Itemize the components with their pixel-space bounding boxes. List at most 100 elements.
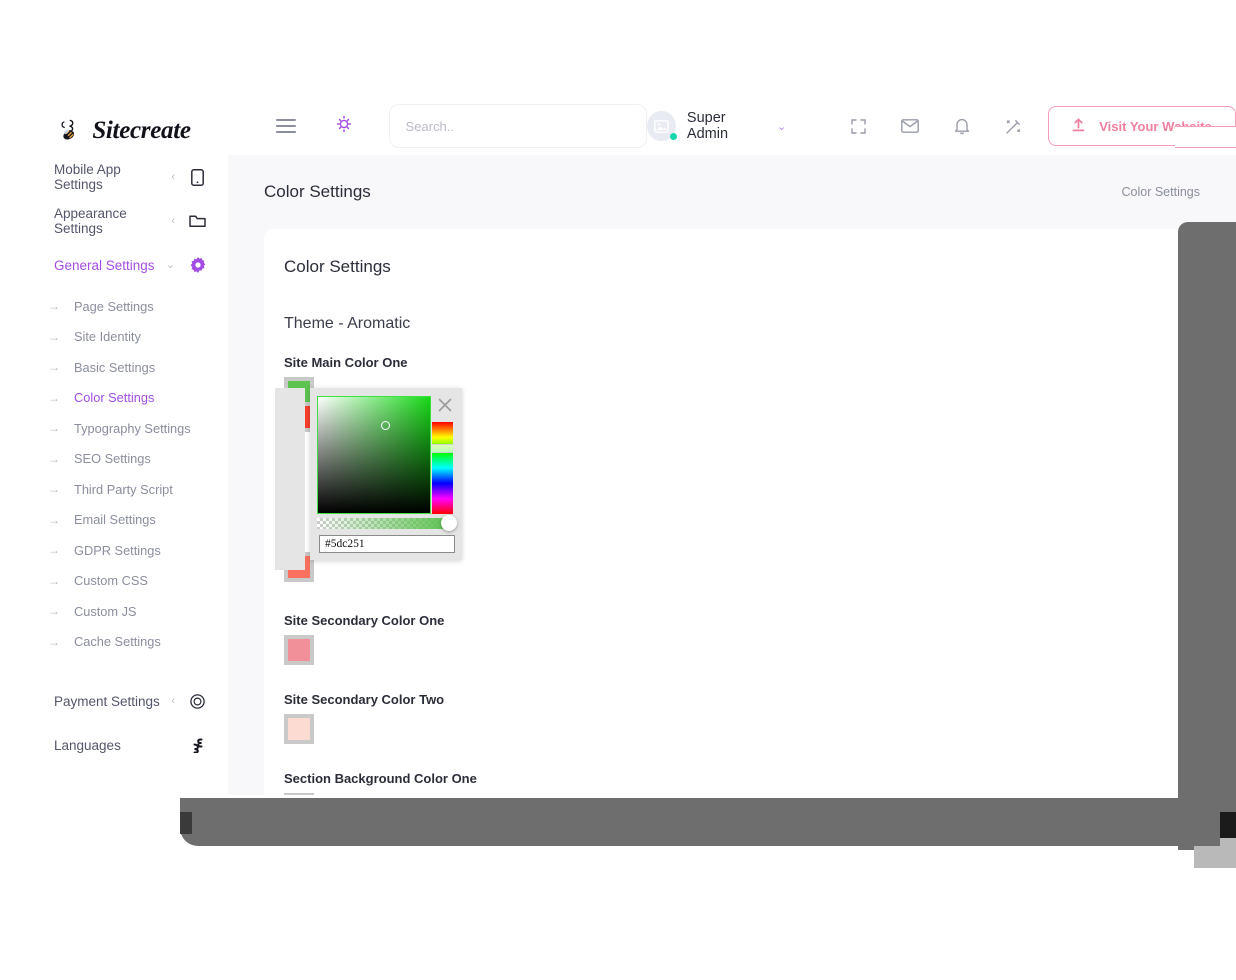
hex-color-input[interactable]	[319, 535, 455, 553]
sidebar-item-custom-css[interactable]: → Custom CSS	[22, 566, 228, 597]
status-dot	[669, 133, 677, 140]
sidebar-item-label: Page Settings	[74, 298, 154, 314]
arrow-right-icon: →	[48, 299, 60, 314]
sidebar-item-label: Typography Settings	[74, 420, 191, 436]
sidebar-item-color-settings[interactable]: → Color Settings	[22, 383, 228, 414]
arrow-right-icon: →	[48, 604, 60, 619]
right-overlay-panel	[1178, 222, 1236, 850]
field-label: Site Secondary Color Two	[284, 692, 445, 707]
sidebar-item-third-party-script[interactable]: → Third Party Script	[22, 474, 228, 505]
search-box[interactable]	[388, 104, 648, 148]
alpha-slider-thumb[interactable]	[441, 515, 457, 531]
sidebar-item-basic-settings[interactable]: → Basic Settings	[22, 352, 228, 383]
field-site-secondary-color-two: Site Secondary Color Two	[284, 692, 1180, 749]
sidebar-sub-list: → Page Settings → Site Identity → Basic Set…	[22, 287, 228, 657]
color-swatch-site-secondary-color-two[interactable]	[284, 714, 314, 744]
saturation-cursor[interactable]	[381, 421, 390, 430]
sidebar-group-mobile-app-settings[interactable]: Mobile App Settings ‹	[22, 155, 228, 199]
sidebar-item-label: Basic Settings	[74, 359, 156, 375]
topbar: Super Admin ⌄	[228, 97, 1236, 155]
arrow-right-icon: →	[48, 543, 60, 558]
bottom-overlay-bar	[180, 798, 1220, 846]
arrow-right-icon: →	[48, 421, 60, 436]
sidebar-group-languages[interactable]: Languages	[22, 723, 228, 767]
sidebar-group-label: Mobile App Settings	[54, 162, 121, 192]
alpha-slider-row	[317, 515, 457, 531]
sidebar-item-custom-js[interactable]: → Custom JS	[22, 596, 228, 627]
language-icon	[189, 737, 206, 754]
arrow-right-icon: →	[48, 451, 60, 466]
sidebar-item-seo-settings[interactable]: → SEO Settings	[22, 444, 228, 475]
sidebar-group-label: Payment Settings	[54, 693, 160, 709]
chevron-left-icon: ‹	[171, 694, 175, 707]
bell-icon[interactable]	[936, 97, 988, 155]
chevron-left-icon: ‹	[171, 170, 175, 183]
sidebar-item-label: Cache Settings	[74, 634, 161, 650]
bottom-overlay-notch	[180, 812, 192, 834]
color-swatch-site-secondary-color-one[interactable]	[284, 635, 314, 665]
saturation-brightness-area[interactable]	[317, 396, 431, 514]
sidebar-item-label: Site Identity	[74, 329, 141, 345]
hue-slider[interactable]	[432, 422, 453, 514]
color-swatch-section-background-color-one[interactable]	[284, 793, 314, 795]
sidebar-item-typography-settings[interactable]: → Typography Settings	[22, 413, 228, 444]
hamburger-icon[interactable]	[276, 119, 296, 133]
sidebar-item-email-settings[interactable]: → Email Settings	[22, 505, 228, 536]
sidebar-group-payment-settings[interactable]: Payment Settings ‹	[22, 679, 228, 723]
sidebar-item-label: Color Settings	[74, 390, 155, 406]
page-header: Color Settings Color Settings	[264, 155, 1200, 229]
sidebar-group-label: Languages	[54, 737, 121, 753]
user-menu[interactable]: Super Admin ⌄	[647, 110, 786, 142]
arrow-right-icon: →	[48, 482, 60, 497]
color-picker-backdrop	[275, 388, 305, 570]
hue-slider-thumb[interactable]	[432, 444, 453, 453]
chevron-down-icon: ⌄	[776, 120, 787, 133]
sidebar-item-label: Email Settings	[74, 512, 156, 528]
mail-icon[interactable]	[884, 97, 936, 155]
sidebar-item-label: Custom JS	[74, 603, 137, 619]
user-name: Super Admin	[686, 110, 729, 142]
sidebar-item-label: Custom CSS	[74, 573, 148, 589]
sidebar-item-site-identity[interactable]: → Site Identity	[22, 322, 228, 353]
chevron-down-icon: ⌄	[165, 258, 175, 271]
fullscreen-icon[interactable]	[832, 97, 884, 155]
bee-icon	[61, 119, 75, 140]
swatch-color	[288, 718, 310, 740]
gear-icon	[189, 257, 206, 274]
chevron-left-icon: ‹	[171, 214, 175, 227]
sidebar-group-general-settings[interactable]: General Settings ⌄	[22, 243, 228, 287]
page-title: Color Settings	[264, 182, 371, 201]
field-label: Site Main Color One	[284, 355, 408, 370]
field-label: Section Background Color One	[284, 771, 477, 786]
card-title: Color Settings	[284, 257, 391, 276]
arrow-right-icon: →	[48, 360, 60, 375]
sidebar-item-page-settings[interactable]: → Page Settings	[22, 291, 228, 322]
sidebar: Sitecreate Mobile App Settings ‹ Appeara…	[22, 97, 228, 795]
arrow-right-icon: →	[48, 634, 60, 649]
sidebar-item-label: SEO Settings	[74, 451, 151, 467]
topbar-right: Super Admin ⌄ Visit Your Website	[647, 97, 1236, 155]
visit-button-tail	[1175, 126, 1236, 148]
search-input[interactable]	[405, 118, 631, 134]
sidebar-group-label: Appearance Settings	[54, 206, 127, 236]
color-picker-popover	[310, 388, 462, 560]
brand-logo[interactable]: Sitecreate	[22, 97, 228, 155]
brand-name: Sitecreate	[92, 117, 191, 144]
coin-icon	[189, 693, 206, 710]
sidebar-group-appearance-settings[interactable]: Appearance Settings ‹	[22, 199, 228, 243]
arrow-right-icon: →	[48, 329, 60, 344]
mobile-icon	[189, 168, 206, 186]
field-label: Site Secondary Color One	[284, 613, 445, 628]
sidebar-item-gdpr-settings[interactable]: → GDPR Settings	[22, 535, 228, 566]
lightbulb-icon[interactable]	[335, 114, 353, 139]
screenshot-stage: Sitecreate Mobile App Settings ‹ Appeara…	[0, 0, 1236, 980]
arrow-right-icon: →	[48, 512, 60, 527]
close-icon[interactable]	[437, 397, 453, 413]
arrow-right-icon: →	[48, 390, 60, 405]
app-window: Sitecreate Mobile App Settings ‹ Appeara…	[22, 97, 1236, 795]
breadcrumb: Color Settings	[1121, 185, 1200, 199]
alpha-slider[interactable]	[317, 518, 449, 529]
magic-wand-icon[interactable]	[988, 97, 1040, 155]
sidebar-item-cache-settings[interactable]: → Cache Settings	[22, 627, 228, 658]
